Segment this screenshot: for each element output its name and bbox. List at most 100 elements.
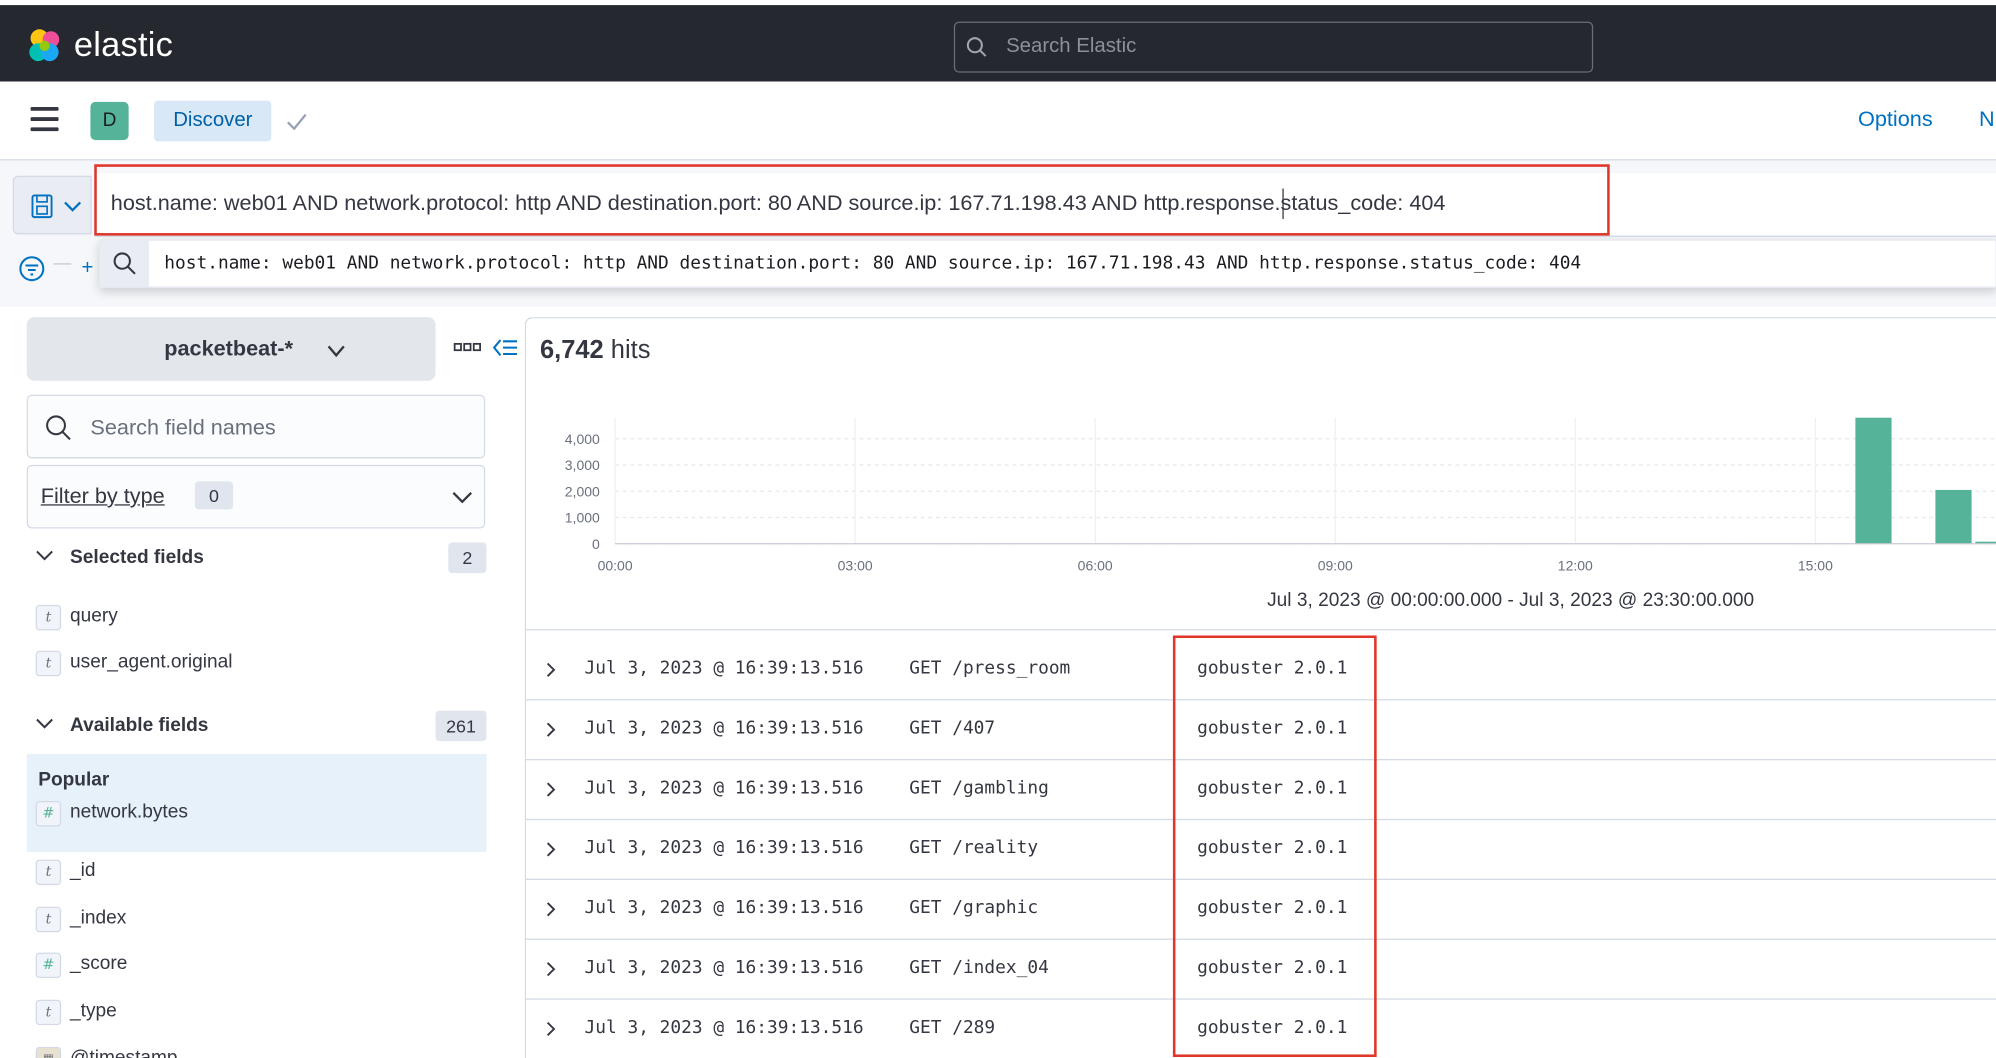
global-search-placeholder: Search Elastic [1006,35,1137,58]
time-range-label: Jul 3, 2023 @ 00:00:00.000 - Jul 3, 2023… [1267,589,1755,612]
timestamp-cell: Jul 3, 2023 @ 16:39:13.516 [584,718,864,739]
hits-label: hits [610,336,651,365]
query-suggestion[interactable]: host.name: web01 AND network.protocol: h… [99,239,1996,288]
string-type-icon: t [35,604,62,631]
collapse-sidebar-icon[interactable] [492,337,518,357]
histogram-bar[interactable] [1935,489,1972,544]
table-divider [525,629,1996,631]
timestamp-cell: Jul 3, 2023 @ 16:39:13.516 [584,897,864,919]
field-search-input[interactable]: Search field names [26,394,486,459]
chevron-down-icon [327,345,345,358]
chevron-down-icon [452,492,473,504]
histogram-bar[interactable] [1855,417,1892,544]
saved-query-button[interactable] [12,175,92,235]
field-sidebar: packetbeat-* Search field names Filter b… [0,306,525,1058]
string-type-icon: t [35,999,62,1026]
timestamp-cell: Jul 3, 2023 @ 16:39:13.516 [584,778,864,799]
request-cell: GET /289 [909,1017,996,1038]
breadcrumb-discover[interactable]: Discover [154,100,272,142]
filter-separator: — [53,252,72,273]
selected-fields-label: Selected fields [70,546,204,568]
hamburger-menu-icon[interactable] [30,106,59,132]
x-tick-label: 09:00 [1318,558,1353,574]
timestamp-cell: Jul 3, 2023 @ 16:39:13.516 [584,837,864,859]
x-tick-label: 06:00 [1078,558,1113,574]
calendar-icon: ▦ [35,1046,62,1058]
request-cell: GET /press_room [909,658,1071,679]
elastic-logo-icon[interactable] [25,27,63,65]
number-type-icon: # [35,952,62,979]
chevron-right-icon[interactable] [546,722,556,737]
field-search-placeholder: Search field names [90,415,276,440]
app-toolbar: D Discover Options N [0,81,1996,161]
y-tick-label: 2,000 [565,483,600,499]
chevron-right-icon[interactable] [546,1021,556,1037]
field-name: network.bytes [70,801,188,823]
user-agent-highlight-box [1172,635,1377,1058]
y-tick-label: 4,000 [565,431,600,447]
string-type-icon: t [35,906,62,933]
search-icon [966,37,987,57]
index-pattern-picker[interactable]: packetbeat-* [26,317,436,381]
y-tick-label: 1,000 [565,510,600,526]
timestamp-cell: Jul 3, 2023 @ 16:39:13.516 [584,1017,864,1038]
field-name: _type [70,999,117,1022]
x-tick-label: 00:00 [598,558,633,574]
number-type-icon: # [35,801,62,827]
chevron-right-icon[interactable] [546,782,556,797]
space-avatar[interactable]: D [90,101,129,141]
histogram-chart[interactable]: 4,000 3,000 2,000 1,000 0 00:00 03:00 06:00 09:0… [526,408,1996,637]
search-icon [113,252,136,275]
chevron-right-icon[interactable] [546,842,556,857]
field-name: _id [70,859,96,882]
timestamp-cell: Jul 3, 2023 @ 16:39:13.516 [584,658,864,679]
global-search-input[interactable]: Search Elastic [953,21,1594,73]
chevron-down-icon [64,201,82,212]
more-options-icon[interactable] [453,342,482,353]
check-icon [287,113,307,131]
query-highlight-box [94,164,1610,236]
request-cell: GET /gambling [909,778,1049,799]
index-pattern-label: packetbeat-* [164,336,294,361]
field-name: _index [70,906,127,929]
filter-options-icon[interactable] [18,255,46,283]
available-fields-header[interactable]: Available fields 261 [27,708,487,744]
field-name: @timestamp [70,1046,178,1058]
field-name: query [70,604,118,627]
filter-by-type-button[interactable]: Filter by type 0 [26,464,486,529]
chevron-down-icon [36,718,53,729]
x-tick-label: 03:00 [838,558,873,574]
suggestion-icon-box [100,240,149,287]
available-fields-count: 261 [435,710,487,742]
chevron-right-icon[interactable] [546,662,556,677]
y-tick-label: 0 [592,536,600,552]
hits-count: 6,742 hits [540,336,650,365]
request-cell: GET /index_04 [909,957,1049,979]
top-header: elastic Search Elastic [0,0,1996,82]
string-type-icon: t [35,650,62,677]
x-tick-label: 15:00 [1798,558,1833,574]
string-type-icon: t [35,859,62,886]
chevron-down-icon [36,550,53,561]
available-fields-label: Available fields [70,714,209,737]
chevron-right-icon[interactable] [546,961,556,977]
request-cell: GET /graphic [909,897,1039,919]
filter-by-type-count: 0 [194,481,234,510]
search-icon [46,415,71,441]
suggestion-text: host.name: web01 AND network.protocol: h… [164,253,1582,274]
chevron-right-icon[interactable] [546,902,556,917]
filter-by-type-label: Filter by type [40,483,165,509]
y-tick-label: 3,000 [565,457,600,473]
request-cell: GET /407 [909,718,996,739]
timestamp-cell: Jul 3, 2023 @ 16:39:13.516 [584,957,864,979]
request-cell: GET /reality [909,837,1039,859]
new-link[interactable]: N [1979,107,1995,132]
x-tick-label: 12:00 [1558,558,1593,574]
popular-fields-section: Popular # network.bytes [26,753,487,852]
add-filter-button[interactable]: + [82,257,94,280]
options-link[interactable]: Options [1858,107,1933,132]
selected-fields-header[interactable]: Selected fields 2 [27,540,487,576]
brand-name[interactable]: elastic [74,25,173,64]
hits-number: 6,742 [539,336,604,365]
field-name: _score [70,952,128,975]
